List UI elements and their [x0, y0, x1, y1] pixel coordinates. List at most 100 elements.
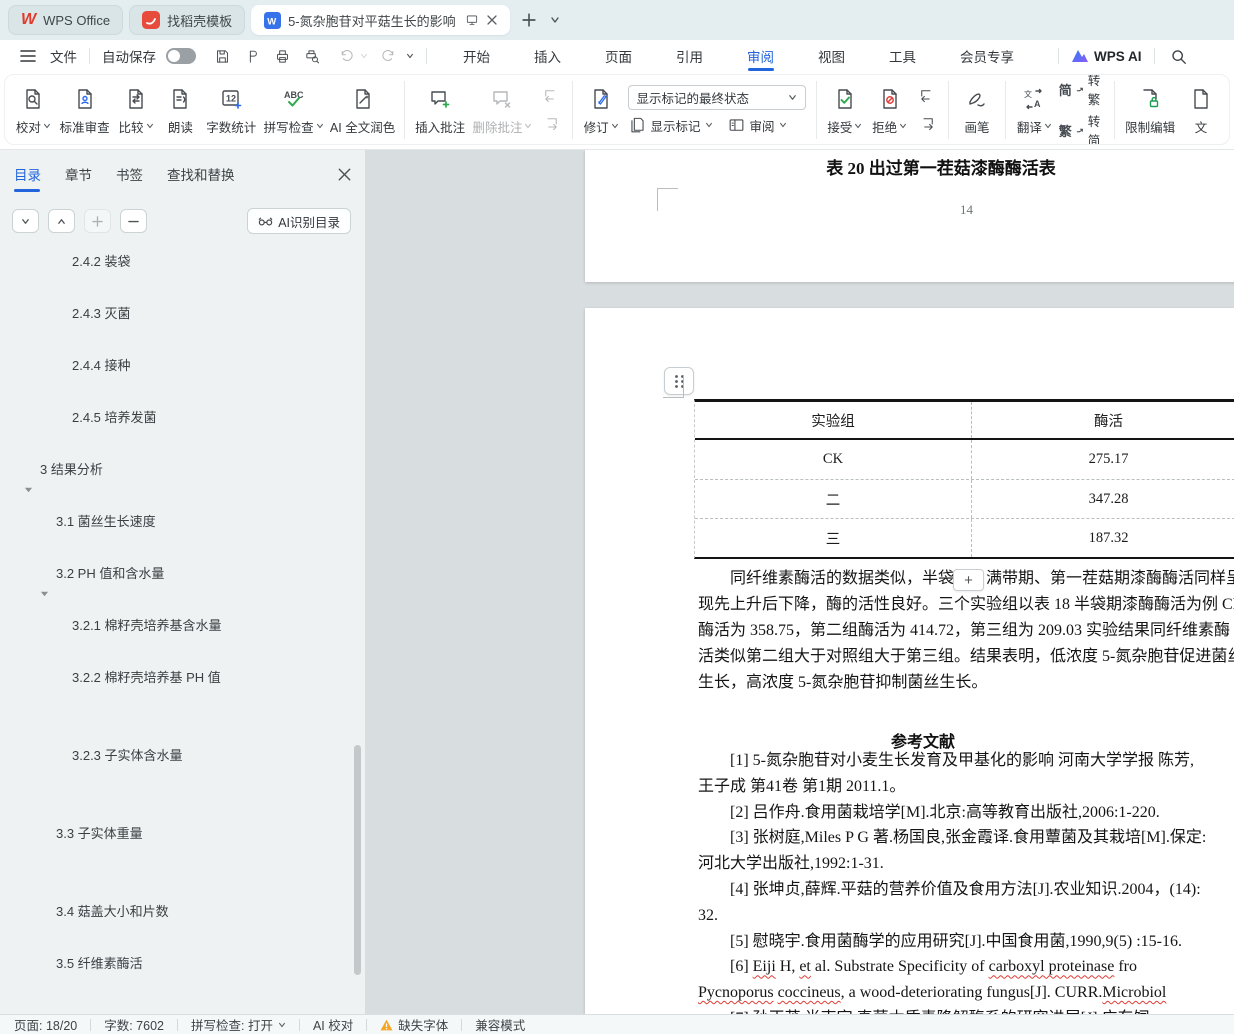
file-menu[interactable]: 文件: [50, 46, 77, 66]
ai-outline-button[interactable]: AI识别目录: [247, 208, 351, 234]
toc-item[interactable]: 3.2.3 子实体含水量: [72, 745, 183, 764]
status-拼写检查[interactable]: 拼写检查: 打开: [191, 1015, 286, 1034]
toc-item[interactable]: 3.1 菌丝生长速度: [56, 511, 156, 530]
sidebar-close-icon[interactable]: [338, 168, 351, 189]
ribbon-button-朗读[interactable]: 朗读: [158, 81, 202, 139]
ribbon-button-比较[interactable]: 比较: [114, 81, 159, 139]
menu-item-审阅[interactable]: 审阅: [747, 40, 774, 72]
autosave-toggle[interactable]: [166, 48, 196, 64]
print-preview-icon[interactable]: [300, 44, 324, 68]
word-doc-icon: W: [264, 12, 281, 29]
ribbon-button-审阅[interactable]: 审阅: [727, 116, 787, 135]
ribbon-button-限制编辑[interactable]: 限制编辑: [1121, 81, 1179, 139]
sidebar-scrollbar[interactable]: [354, 745, 361, 975]
status-AI 校对[interactable]: AI 校对: [313, 1015, 353, 1034]
plus-icon-button: [84, 209, 111, 233]
minus-icon-button[interactable]: [120, 209, 147, 233]
tab-list-button[interactable]: [542, 7, 568, 33]
menu-item-引用[interactable]: 引用: [676, 40, 703, 72]
ribbon-button-拒绝[interactable]: 拒绝: [867, 81, 912, 139]
ribbon-button-文[interactable]: 文: [1179, 81, 1223, 139]
save-icon[interactable]: [210, 44, 234, 68]
toc-item[interactable]: 3.2 PH 值和含水量: [56, 563, 164, 582]
table-row[interactable]: 三187.32: [695, 518, 1234, 557]
menu-item-会员专享[interactable]: 会员专享: [960, 40, 1014, 72]
reference-line: [7] 孙正茂,肖克宇.真菌木质素降解酶系的研究进展[J].广东饲: [698, 1006, 1206, 1014]
ribbon-button-拼写检查[interactable]: ABC拼写检查: [260, 81, 327, 139]
menubar-divider: [89, 48, 90, 64]
toc-expand-caret-icon[interactable]: [40, 589, 49, 598]
status-兼容模式[interactable]: 兼容模式: [475, 1015, 525, 1034]
next-change-icon[interactable]: [916, 114, 938, 134]
hamburger-icon[interactable]: [16, 44, 40, 68]
ribbon-button-校对[interactable]: 校对: [11, 81, 56, 139]
wps-ai-button[interactable]: WPS AI: [1071, 48, 1142, 64]
ribbon-button-标准审查[interactable]: 标准审查: [56, 81, 114, 139]
markup-controls: 显示标记的最终状态显示标记审阅: [628, 85, 806, 135]
ribbon-button-修订[interactable]: 修订: [579, 81, 624, 139]
ribbon-button-接受[interactable]: 接受: [823, 81, 868, 139]
enzyme-table[interactable]: 实验组酶活CK275.17二347.28三187.32: [694, 399, 1234, 559]
quick-icons: [210, 44, 324, 68]
status-缺失字体[interactable]: 缺失字体: [380, 1015, 448, 1034]
toc-item[interactable]: 2.4.5 培养发菌: [72, 407, 157, 426]
table-add-row-button[interactable]: +: [953, 569, 984, 591]
status-页面[interactable]: 页面: 18/20: [14, 1015, 77, 1034]
toc-item[interactable]: 3.2.1 棉籽壳培养基含水量: [72, 615, 222, 634]
ribbon-nav-buttons[interactable]: [912, 86, 942, 134]
table-header-cell: 实验组: [695, 402, 971, 438]
document-page-18[interactable]: 表 20 出过第一茬菇漆酶酶活表 14: [585, 150, 1234, 282]
table-row[interactable]: CK275.17: [695, 440, 1234, 479]
sidebar-tab-查找和替换[interactable]: 查找和替换: [167, 164, 235, 192]
close-icon[interactable]: [487, 15, 497, 25]
ribbon-button-AI 全文润色[interactable]: AI 全文润色: [327, 81, 398, 139]
document-page-19[interactable]: 实验组酶活CK275.17二347.28三187.32 + 同纤维素酶活的数据类…: [585, 308, 1234, 1014]
status-字数[interactable]: 字数: 7602: [104, 1015, 164, 1034]
undo-chevron-icon[interactable]: [360, 52, 368, 60]
print-icon[interactable]: [270, 44, 294, 68]
menu-items: 开始 插入 页面 引用 审阅 视图 工具 会员专享: [463, 40, 1058, 72]
present-monitor-icon[interactable]: [465, 13, 479, 27]
search-icon[interactable]: [1167, 44, 1191, 68]
export-pdf-icon[interactable]: [240, 44, 264, 68]
toc-item[interactable]: 3.5 纤维素酶活: [56, 953, 143, 972]
toc-expand-caret-icon[interactable]: [24, 485, 33, 494]
redo-icon[interactable]: [376, 44, 400, 68]
ribbon-button-显示标记[interactable]: 显示标记: [628, 116, 713, 135]
redo-chevron-icon[interactable]: [406, 52, 414, 60]
toc-item[interactable]: 2.4.4 接种: [72, 355, 131, 374]
app-tab[interactable]: 找稻壳模板: [129, 5, 245, 35]
toc-item[interactable]: 3.4 菇盖大小和片数: [56, 901, 169, 920]
app-tab[interactable]: WWPS Office: [8, 5, 123, 35]
menu-item-页面[interactable]: 页面: [605, 40, 632, 72]
markup-state-dropdown[interactable]: 显示标记的最终状态: [628, 85, 806, 110]
sidebar-tab-书签[interactable]: 书签: [116, 164, 143, 192]
undo-icon[interactable]: [334, 44, 358, 68]
toc-item[interactable]: 2.4.2 装袋: [72, 251, 131, 270]
new-tab-button[interactable]: [516, 7, 542, 33]
ribbon-button-插入批注[interactable]: 插入批注: [411, 81, 469, 139]
toc-item[interactable]: 3 结果分析: [40, 459, 103, 478]
menu-item-插入[interactable]: 插入: [534, 40, 561, 72]
toc-item[interactable]: 3.3 子实体重量: [56, 823, 143, 842]
toc-item[interactable]: 3.2.2 棉籽壳培养基 PH 值: [72, 667, 221, 686]
menu-item-工具[interactable]: 工具: [889, 40, 916, 72]
sidebar-tab-章节[interactable]: 章节: [65, 164, 92, 192]
ribbon-button-画笔[interactable]: 画笔: [955, 81, 999, 139]
restrict-edit-icon: [1138, 84, 1162, 114]
ribbon-button-转繁[interactable]: 简转繁: [1059, 74, 1106, 108]
menu-item-视图[interactable]: 视图: [818, 40, 845, 72]
chevron-up-icon-button[interactable]: [48, 209, 75, 233]
document-area[interactable]: 表 20 出过第一茬菇漆酶酶活表 14 实验组酶活CK275.17二347.28…: [366, 150, 1234, 1014]
ribbon-button-翻译[interactable]: 文A翻译: [1012, 81, 1057, 139]
toc-item[interactable]: 2.4.3 灭菌: [72, 303, 131, 322]
app-tab[interactable]: W5-氮杂胞苷对平菇生长的影响: [251, 5, 510, 35]
prev-change-icon[interactable]: [916, 86, 938, 106]
menu-item-开始[interactable]: 开始: [463, 40, 490, 72]
table-row[interactable]: 二347.28: [695, 479, 1234, 518]
ribbon-button-字数统计[interactable]: 12字数统计: [202, 81, 260, 139]
sidebar-tab-目录[interactable]: 目录: [14, 164, 41, 192]
chevron-down-icon-button[interactable]: [12, 209, 39, 233]
references-list[interactable]: [1] 5-氮杂胞苷对小麦生长发育及甲基化的影响 河南大学学报 陈芳,王子成 第…: [698, 748, 1206, 1014]
ribbon-button-转简[interactable]: 繁转简: [1059, 111, 1106, 145]
